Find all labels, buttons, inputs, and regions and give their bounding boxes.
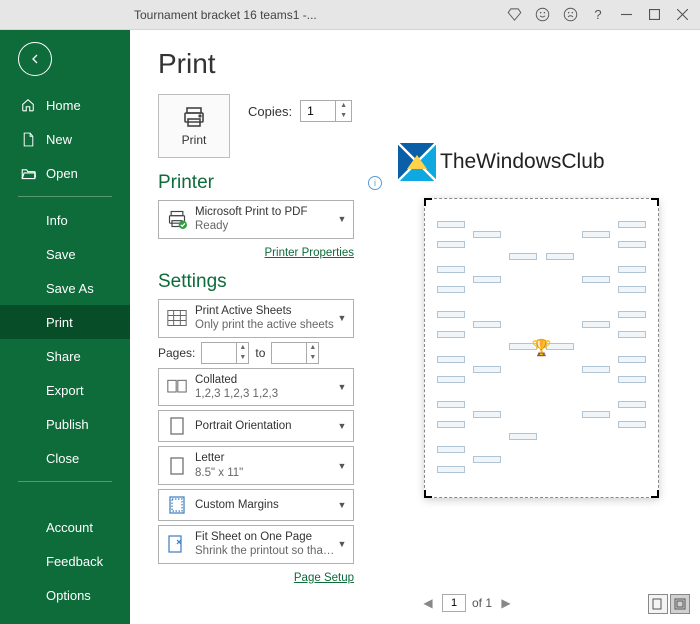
margins-icon: [165, 496, 189, 514]
bracket-content: 🏆: [437, 211, 646, 485]
pages-to-spinbox[interactable]: ▲▼: [271, 342, 319, 364]
sidebar-item-feedback[interactable]: Feedback: [0, 544, 130, 578]
sheet-icon: [165, 309, 189, 327]
smile-icon[interactable]: [528, 1, 556, 29]
printer-name: Microsoft Print to PDF: [195, 205, 335, 219]
page-navigator: ◀ of 1 ▶: [420, 594, 514, 612]
printer-icon: [181, 105, 207, 129]
page-title: Print: [158, 48, 386, 80]
sidebar-label: Share: [46, 349, 81, 364]
sidebar-item-info[interactable]: Info: [0, 203, 130, 237]
chevron-down-icon: ▼: [335, 313, 349, 323]
sidebar-label: Save As: [46, 281, 94, 296]
minimize-button[interactable]: [612, 1, 640, 29]
chevron-down-icon: ▼: [335, 461, 349, 471]
print-preview: TheWindowsClub: [396, 48, 692, 616]
frown-icon[interactable]: [556, 1, 584, 29]
next-page-button[interactable]: ▶: [498, 595, 514, 611]
chevron-down-icon: ▼: [335, 421, 349, 431]
open-icon: [20, 167, 36, 180]
sidebar-label: Account: [46, 520, 93, 535]
print-what-dropdown[interactable]: Print Active SheetsOnly print the active…: [158, 299, 354, 338]
printer-ready-icon: [165, 209, 189, 229]
watermark-text: TheWindowsClub: [440, 150, 605, 174]
chevron-down-icon: ▼: [335, 539, 349, 549]
page-of-label: of 1: [472, 596, 492, 610]
page-setup-link[interactable]: Page Setup: [294, 572, 354, 584]
chevron-down-icon: ▼: [335, 214, 349, 224]
print-button[interactable]: Print: [158, 94, 230, 158]
collated-icon: [165, 379, 189, 395]
prev-page-button[interactable]: ◀: [420, 595, 436, 611]
pages-from-spinbox[interactable]: ▲▼: [201, 342, 249, 364]
sidebar-item-publish[interactable]: Publish: [0, 407, 130, 441]
printer-properties-link[interactable]: Printer Properties: [265, 247, 354, 259]
current-page-input[interactable]: [442, 594, 466, 612]
divider: [18, 481, 112, 482]
chevron-down-icon: ▼: [335, 382, 349, 392]
spin-up-icon[interactable]: ▲: [336, 101, 351, 111]
trophy-icon: 🏆: [532, 338, 552, 358]
sidebar-label: Options: [46, 588, 91, 603]
sidebar-label: Close: [46, 451, 79, 466]
orientation-dropdown[interactable]: Portrait Orientation ▼: [158, 410, 354, 442]
printer-section-title: Printer i: [158, 172, 386, 194]
sidebar-item-options[interactable]: Options: [0, 578, 130, 612]
scaling-dropdown[interactable]: Fit Sheet on One PageShrink the printout…: [158, 525, 354, 564]
sidebar-item-home[interactable]: Home: [0, 88, 130, 122]
collation-dropdown[interactable]: Collated1,2,3 1,2,3 1,2,3 ▼: [158, 368, 354, 407]
sidebar-item-export[interactable]: Export: [0, 373, 130, 407]
divider: [18, 196, 112, 197]
sidebar-label: New: [46, 132, 72, 147]
sidebar-item-saveas[interactable]: Save As: [0, 271, 130, 305]
sidebar-label: Publish: [46, 417, 89, 432]
pages-label: Pages:: [158, 346, 195, 360]
chevron-down-icon: ▼: [335, 500, 349, 510]
spin-down-icon[interactable]: ▼: [336, 111, 351, 121]
paper-icon: [165, 457, 189, 475]
help-icon[interactable]: ?: [584, 1, 612, 29]
show-margins-button[interactable]: [670, 594, 690, 614]
sidebar-item-print[interactable]: Print: [0, 305, 130, 339]
copies-input[interactable]: [301, 104, 335, 118]
copies-label: Copies:: [248, 104, 292, 119]
sidebar-item-new[interactable]: New: [0, 122, 130, 156]
title-bar: Tournament bracket 16 teams1 -... ?: [0, 0, 700, 30]
sidebar-item-account[interactable]: Account: [0, 510, 130, 544]
sidebar-label: Print: [46, 315, 73, 330]
sidebar-item-close[interactable]: Close: [0, 441, 130, 475]
sidebar-label: Home: [46, 98, 81, 113]
margins-dropdown[interactable]: Custom Margins ▼: [158, 489, 354, 521]
watermark: TheWindowsClub: [398, 143, 605, 181]
back-button[interactable]: [18, 42, 52, 76]
scaling-icon: [165, 535, 189, 553]
sidebar-label: Save: [46, 247, 76, 262]
portrait-icon: [165, 417, 189, 435]
sidebar-label: Export: [46, 383, 84, 398]
sidebar-item-open[interactable]: Open: [0, 156, 130, 190]
zoom-to-page-button[interactable]: [648, 594, 668, 614]
print-button-label: Print: [182, 133, 207, 147]
watermark-logo-icon: [398, 143, 436, 181]
home-icon: [20, 98, 36, 112]
info-icon[interactable]: i: [368, 176, 382, 190]
copies-spinbox[interactable]: ▲▼: [300, 100, 352, 122]
window-title: Tournament bracket 16 teams1 -...: [134, 8, 317, 22]
paper-size-dropdown[interactable]: Letter8.5" x 11" ▼: [158, 446, 354, 485]
preview-page: 🏆: [424, 198, 659, 498]
premium-icon[interactable]: [500, 1, 528, 29]
sidebar-label: Info: [46, 213, 68, 228]
to-label: to: [255, 346, 265, 360]
new-icon: [20, 132, 36, 147]
sidebar-label: Feedback: [46, 554, 103, 569]
printer-status: Ready: [195, 219, 335, 233]
sidebar-label: Open: [46, 166, 78, 181]
sidebar-item-share[interactable]: Share: [0, 339, 130, 373]
close-button[interactable]: [668, 1, 696, 29]
printer-dropdown[interactable]: Microsoft Print to PDFReady ▼: [158, 200, 354, 239]
settings-section-title: Settings: [158, 271, 386, 293]
backstage-sidebar: Home New Open Info Save Save As Print Sh…: [0, 30, 130, 624]
maximize-button[interactable]: [640, 1, 668, 29]
sidebar-item-save[interactable]: Save: [0, 237, 130, 271]
